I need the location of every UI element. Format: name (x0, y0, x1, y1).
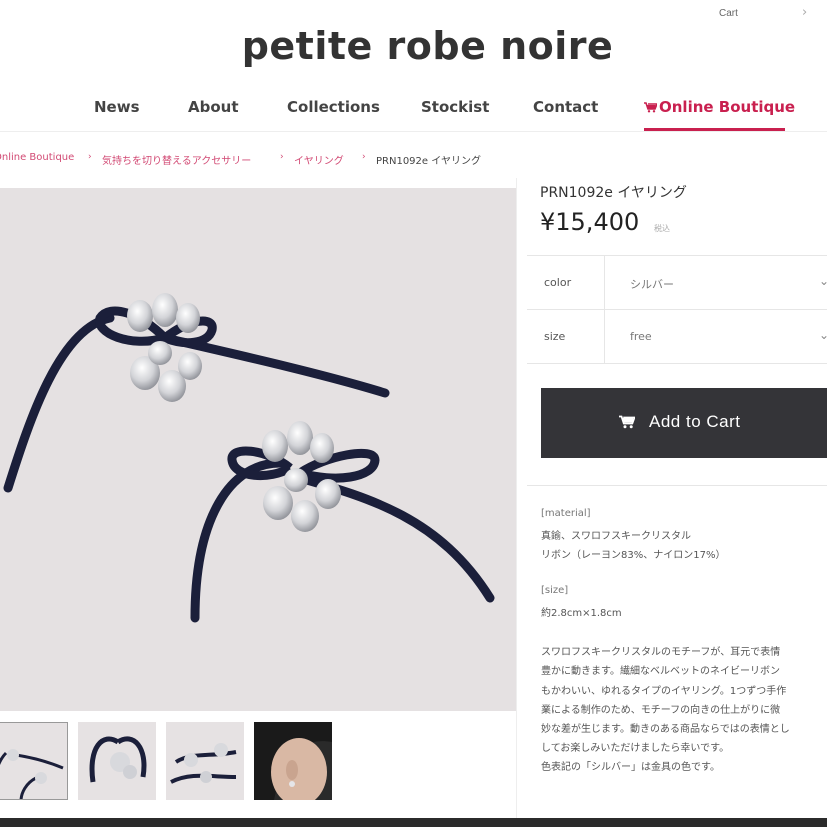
nav-online-boutique[interactable]: Online Boutique (644, 98, 795, 116)
option-row-color[interactable]: color シルバー ⌄ (527, 255, 827, 310)
material-line: リボン（レーヨン83%、ナイロン17%） (541, 550, 726, 561)
description-line: スワロフスキークリスタルのモチーフが、耳元で表情 (541, 647, 781, 658)
breadcrumb-item-category[interactable]: 気持ちを切り替えるアクセサリー (102, 152, 251, 167)
product-title: PRN1092e イヤリング (540, 185, 687, 201)
divider (604, 310, 605, 364)
size-select[interactable]: free (630, 330, 652, 343)
cart-link[interactable]: Cart (719, 8, 738, 19)
size-value: 約2.8cm×1.8cm (541, 608, 622, 619)
nav-online-boutique-label: Online Boutique (659, 98, 796, 116)
description-line: 色表記の「シルバー」は金具の色です。 (541, 762, 720, 773)
thumbnail-2[interactable] (78, 722, 156, 800)
thumbnail-4[interactable] (254, 722, 332, 800)
breadcrumb-item-current: PRN1092e イヤリング (376, 156, 481, 167)
add-to-cart-label: Add to Cart (649, 412, 741, 431)
divider (604, 256, 605, 310)
material-line: 真鍮、スワロフスキークリスタル (541, 531, 691, 542)
nav-about[interactable]: About (188, 98, 239, 116)
color-select[interactable]: シルバー (630, 276, 674, 292)
description-line: もかわいい、ゆれるタイプのイヤリング。1つずつ手作 (541, 686, 787, 697)
option-label: color (544, 276, 572, 289)
brand-logo[interactable]: petite robe noire (0, 24, 827, 68)
product-price: ¥15,400 (540, 208, 640, 236)
description-line: 豊かに動きます。繊細なベルベットのネイビーリボン (541, 666, 780, 677)
cart-icon (619, 415, 635, 429)
thumbnail-3[interactable] (166, 722, 244, 800)
chevron-down-icon[interactable]: ⌄ (819, 274, 827, 288)
header-divider (0, 131, 827, 132)
breadcrumb-item-earrings[interactable]: イヤリング (294, 152, 344, 167)
product-main-image[interactable] (0, 188, 516, 711)
size-heading: [size] (541, 585, 569, 596)
breadcrumb-separator: › (88, 152, 92, 162)
option-label: size (544, 330, 566, 343)
nav-stockist[interactable]: Stockist (421, 98, 489, 116)
tax-note: 税込 (654, 224, 670, 233)
description-line: 妙な差が生じます。動きのある商品ならではの表情とし (541, 724, 790, 735)
nav-news[interactable]: News (94, 98, 140, 116)
chevron-down-icon[interactable]: ⌄ (819, 328, 827, 342)
divider (527, 485, 827, 486)
cart-icon (644, 102, 659, 113)
nav-contact[interactable]: Contact (533, 98, 598, 116)
main-nav: News About Collections Stockist Contact … (0, 98, 827, 130)
description-line: 業による制作のため、モチーフの向きの仕上がりに微 (541, 705, 781, 716)
thumbnail-1[interactable] (0, 722, 68, 800)
column-divider (516, 178, 517, 818)
material-heading: [material] (541, 508, 591, 519)
divider (527, 363, 827, 364)
breadcrumb-separator: › (362, 152, 366, 162)
description-line: してお楽しみいただけましたら幸いです。 (541, 743, 730, 754)
option-row-size[interactable]: size free ⌄ (527, 309, 827, 364)
add-to-cart-button[interactable]: Add to Cart (541, 388, 827, 458)
bottom-bar (0, 818, 827, 827)
nav-collections[interactable]: Collections (287, 98, 380, 116)
breadcrumb-item-online-boutique[interactable]: Online Boutique (0, 152, 74, 163)
earring-2 (190, 421, 495, 623)
chevron-right-icon[interactable]: › (802, 5, 807, 20)
breadcrumb-separator: › (280, 152, 284, 162)
